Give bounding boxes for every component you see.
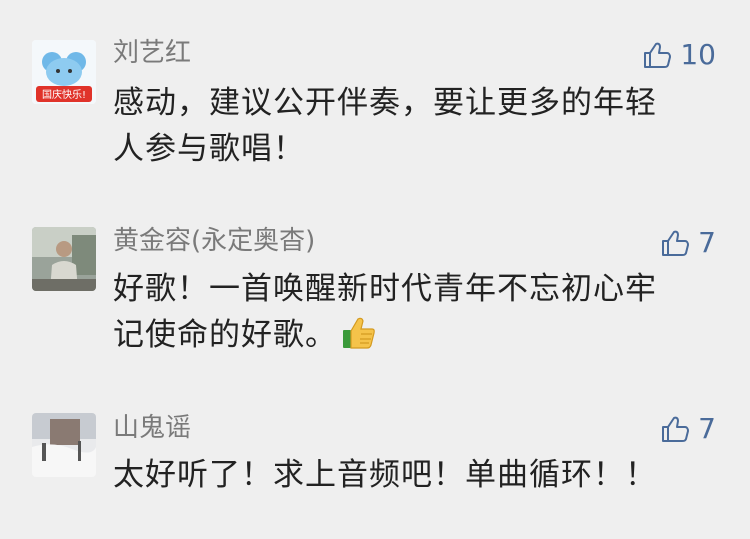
thumbs-up-icon xyxy=(660,414,690,444)
comment-line: 感动，建议公开伴奏，要让更多的年轻 xyxy=(113,85,657,121)
comment-line: 太好听了！求上音频吧！单曲循环！！ xyxy=(113,457,657,493)
comment-item: 国庆快乐! 刘艺红 10 感动，建议公开伴奏，要让更多的年轻 人参与歌唱！ xyxy=(0,0,750,200)
commenter-name[interactable]: 山鬼谣 xyxy=(113,413,191,443)
comment-item: 山鬼谣 7 太好听了！求上音频吧！单曲循环！！ xyxy=(0,380,750,539)
like-button[interactable]: 10 xyxy=(642,38,716,72)
comment-line: 人参与歌唱！ xyxy=(113,131,305,167)
avatar[interactable] xyxy=(32,413,96,477)
thumbs-up-icon xyxy=(642,40,672,70)
comment-line: 好歌！一首唤醒新时代青年不忘初心牢 xyxy=(113,271,657,307)
comment-text: 好歌！一首唤醒新时代青年不忘初心牢 记使命的好歌。 xyxy=(113,266,713,364)
like-count: 10 xyxy=(680,38,716,71)
comment-item: 黄金容(永定奥杳) 7 好歌！一首唤醒新时代青年不忘初心牢 记使命的好歌。 xyxy=(0,200,750,380)
comment-text: 感动，建议公开伴奏，要让更多的年轻 人参与歌唱！ xyxy=(113,80,713,172)
avatar[interactable]: 国庆快乐! xyxy=(32,40,96,104)
like-button[interactable]: 7 xyxy=(660,412,716,446)
commenter-name[interactable]: 黄金容(永定奥杳) xyxy=(113,226,315,256)
commenter-name[interactable]: 刘艺红 xyxy=(113,38,191,68)
thumbs-up-emoji-icon xyxy=(341,315,377,364)
comment-line: 记使命的好歌。 xyxy=(113,317,337,353)
comment-text: 太好听了！求上音频吧！单曲循环！！ xyxy=(113,452,713,498)
like-button[interactable]: 7 xyxy=(660,226,716,260)
thumbs-up-icon xyxy=(660,228,690,258)
comment-line-with-emoji: 记使命的好歌。 xyxy=(113,312,713,364)
avatar[interactable] xyxy=(32,227,96,291)
like-count: 7 xyxy=(698,226,716,259)
avatar-badge-text: 国庆快乐! xyxy=(42,88,86,101)
like-count: 7 xyxy=(698,412,716,445)
